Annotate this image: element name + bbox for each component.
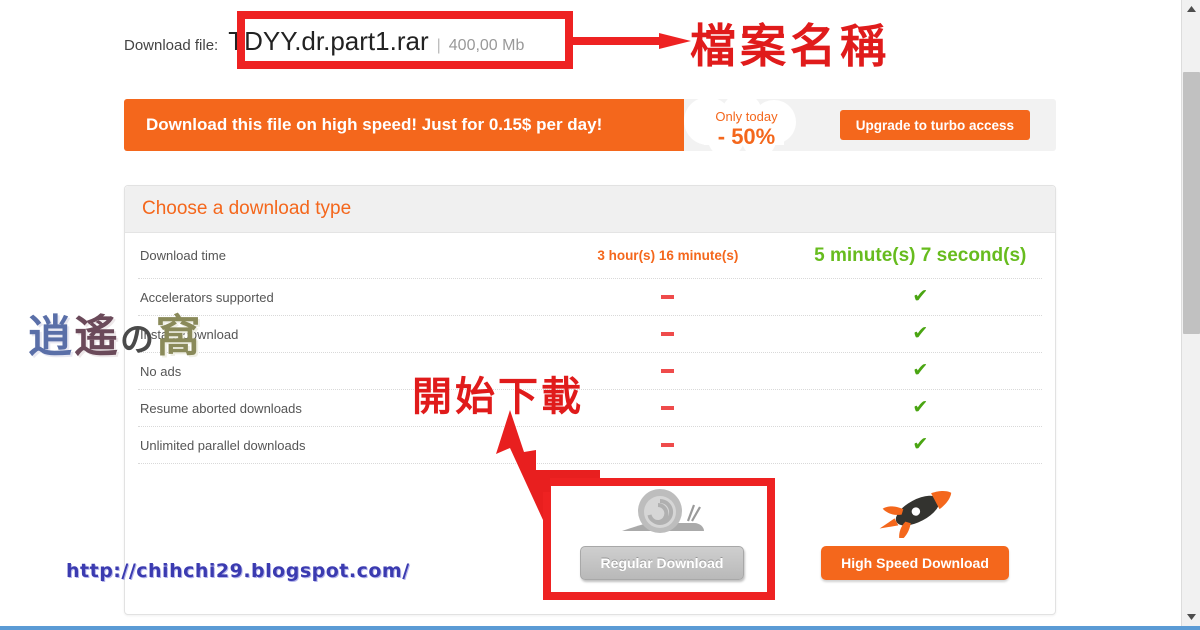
row-regular-value <box>537 325 798 343</box>
download-file-label: Download file: <box>124 37 219 54</box>
annotation-box-filename <box>237 11 573 69</box>
row-regular-value: 3 hour(s) 16 minute(s) <box>537 247 798 265</box>
page-title: Choose a download type <box>142 198 352 219</box>
rocket-icon <box>872 484 958 540</box>
watermark-char-2: 遙 <box>74 311 120 362</box>
check-icon: ✔ <box>912 397 929 418</box>
watermark-char-3: の <box>120 320 156 360</box>
row-premium-value: 5 minute(s) 7 second(s) <box>799 245 1042 267</box>
table-row: No ads ✔ <box>138 353 1042 390</box>
watermark-url: http://chihchi29.blogspot.com/ <box>66 560 410 582</box>
annotation-text-filename: 檔案名稱 <box>690 19 890 73</box>
row-premium-value: ✔ <box>799 324 1042 344</box>
upgrade-to-turbo-access-button[interactable]: Upgrade to turbo access <box>839 110 1030 140</box>
promo-orange-strip: Download this file on high speed! Just f… <box>124 99 684 151</box>
row-label: Download time <box>140 248 226 263</box>
table-row: Accelerators supported ✔ <box>138 279 1042 316</box>
promo-cloud-shape <box>684 95 796 157</box>
vertical-scrollbar[interactable] <box>1181 0 1200 626</box>
row-premium-value: ✔ <box>799 435 1042 455</box>
check-icon: ✔ <box>912 434 929 455</box>
check-icon: ✔ <box>912 360 929 381</box>
high-speed-download-column: High Speed Download <box>793 476 1037 614</box>
regular-download-time: 3 hour(s) 16 minute(s) <box>597 247 739 263</box>
window-bottom-edge <box>0 626 1200 630</box>
row-regular-value <box>537 288 798 306</box>
annotation-arrow-up <box>496 410 600 520</box>
row-premium-value: ✔ <box>799 398 1042 418</box>
premium-download-time: 5 minute(s) 7 second(s) <box>814 244 1027 266</box>
row-label: Unlimited parallel downloads <box>140 437 306 453</box>
watermark-char-4: 窩 <box>156 311 202 362</box>
dash-icon <box>661 294 675 299</box>
watermark-logo: 逍遙の窩 <box>28 300 202 364</box>
watermark-column <box>125 476 531 614</box>
dash-icon <box>661 442 675 447</box>
high-speed-download-button[interactable]: High Speed Download <box>821 546 1009 580</box>
table-row: Instant download ✔ <box>138 316 1042 353</box>
row-premium-value: ✔ <box>799 287 1042 307</box>
check-icon: ✔ <box>912 323 929 344</box>
row-premium-value: ✔ <box>799 361 1042 381</box>
scrollbar-thumb[interactable] <box>1183 72 1200 334</box>
page-root: Download file: TDYY.dr.part1.rar | 400,0… <box>0 0 1200 630</box>
scroll-up-arrow-icon[interactable] <box>1182 0 1200 18</box>
promo-banner: Download this file on high speed! Just f… <box>124 95 1056 157</box>
annotation-arrow-right <box>573 33 691 49</box>
dash-icon <box>661 331 675 336</box>
dash-icon <box>661 405 675 410</box>
panel-header: Choose a download type <box>125 186 1055 233</box>
annotation-text-start-download: 開始下載 <box>412 373 584 420</box>
dash-icon <box>661 368 675 373</box>
watermark-char-1: 逍 <box>28 311 74 362</box>
scroll-down-arrow-icon[interactable] <box>1182 608 1200 626</box>
check-icon: ✔ <box>912 286 929 307</box>
promo-message: Download this file on high speed! Just f… <box>146 115 603 134</box>
table-row: Download time 3 hour(s) 16 minute(s) 5 m… <box>138 233 1042 279</box>
